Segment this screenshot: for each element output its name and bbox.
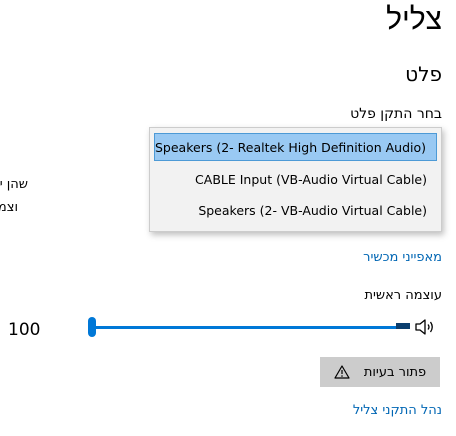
volume-slider-track[interactable] <box>92 326 410 329</box>
troubleshoot-label: פתור בעיות <box>363 364 427 380</box>
dropdown-option-realtek-speakers[interactable]: Speakers (2- Realtek High Definition Aud… <box>154 133 437 161</box>
device-properties-link[interactable]: מאפייני מכשיר <box>363 250 442 265</box>
output-description-line-2: וצמת הקול וההתקנים ש <box>0 200 18 215</box>
troubleshoot-button[interactable]: פתור בעיות <box>320 357 440 387</box>
speaker-icon[interactable] <box>414 317 438 337</box>
volume-slider-thumb[interactable] <box>88 317 96 337</box>
output-section-title: פלט <box>405 62 442 86</box>
page-title: צליל <box>386 2 442 37</box>
output-device-dropdown-list[interactable]: Speakers (2- Realtek High Definition Aud… <box>149 127 442 232</box>
master-volume-value: 100 <box>8 320 41 340</box>
choose-output-device-label: בחר התקן פלט <box>350 106 442 122</box>
master-volume-label: עוצמה ראשית <box>364 288 442 303</box>
volume-slider-fill-end <box>396 323 410 329</box>
dropdown-option-cable-input[interactable]: CABLE Input (VB-Audio Virtual Cable) <box>154 166 437 194</box>
output-description-line-1: שהן ישתמשו בהתקני קול <box>0 177 28 192</box>
warning-icon <box>334 365 350 379</box>
dropdown-option-vb-audio-speakers[interactable]: Speakers (2- VB-Audio Virtual Cable) <box>154 197 437 225</box>
manage-sound-devices-link[interactable]: נהל התקני צליל <box>353 403 442 418</box>
